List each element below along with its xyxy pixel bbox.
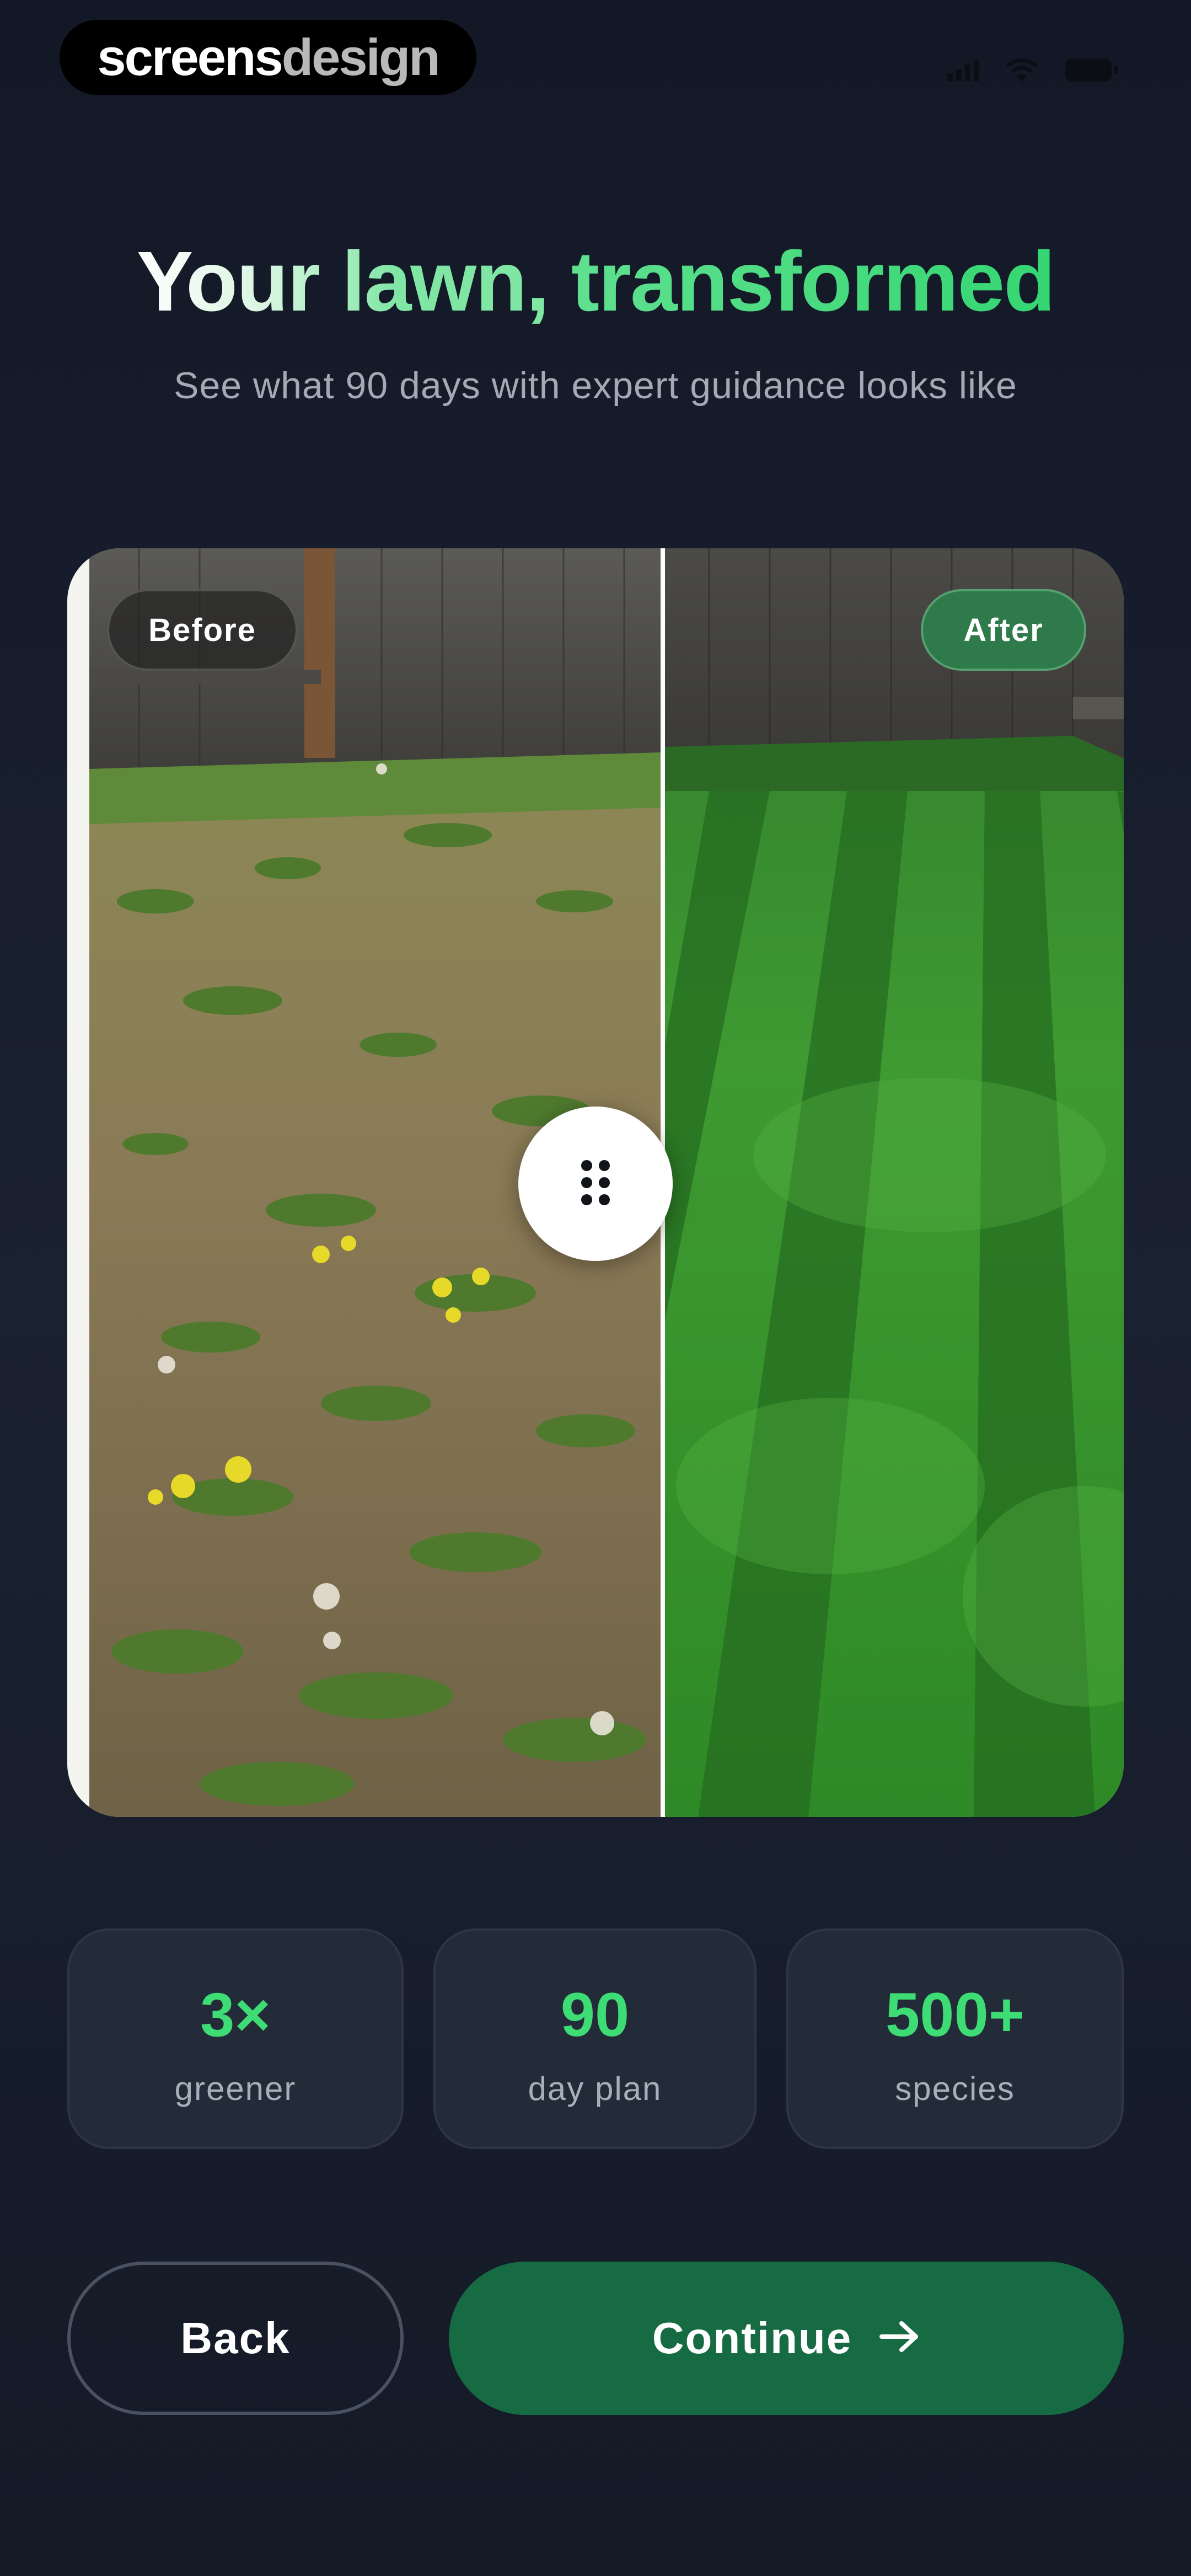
back-button-label: Back [180, 2313, 291, 2363]
before-badge: Before [107, 589, 298, 671]
after-badge: After [921, 589, 1086, 671]
battery-icon [1064, 56, 1119, 84]
slider-handle[interactable] [518, 1107, 673, 1261]
onboarding-screen: screens design Your lawn, transformed See… [0, 0, 1191, 2576]
stat-value: 3× [200, 1980, 271, 2049]
brand-part-1: screens [97, 28, 283, 86]
brand-watermark: screens design [60, 20, 476, 95]
page-subtitle: See what 90 days with expert guidance lo… [174, 365, 1017, 407]
wifi-icon [1005, 57, 1039, 83]
stat-value: 90 [560, 1980, 630, 2049]
signal-icon [947, 59, 979, 81]
brand-part-2: design [281, 28, 441, 86]
continue-button[interactable]: Continue [449, 2262, 1124, 2415]
after-lawn-image [665, 548, 1124, 1817]
before-after-slider[interactable]: Before After [67, 548, 1124, 1817]
stat-label: species [895, 2070, 1015, 2107]
title-green-part: transformed [571, 234, 1056, 329]
stat-card-greener: 3× greener [67, 1928, 404, 2149]
stat-label: greener [174, 2070, 297, 2107]
status-bar-icons [947, 51, 1119, 89]
stat-value: 500+ [885, 1980, 1025, 2049]
continue-button-label: Continue [652, 2313, 852, 2363]
arrow-right-icon [879, 2313, 920, 2364]
stat-card-day-plan: 90 day plan [433, 1928, 757, 2149]
title-white-part: Your lawn, [136, 234, 571, 329]
page-title: Your lawn, transformed [0, 234, 1191, 328]
back-button[interactable]: Back [67, 2262, 404, 2415]
stat-label: day plan [528, 2070, 662, 2107]
drag-handle-icon [579, 1158, 612, 1210]
stat-card-species: 500+ species [786, 1928, 1124, 2149]
